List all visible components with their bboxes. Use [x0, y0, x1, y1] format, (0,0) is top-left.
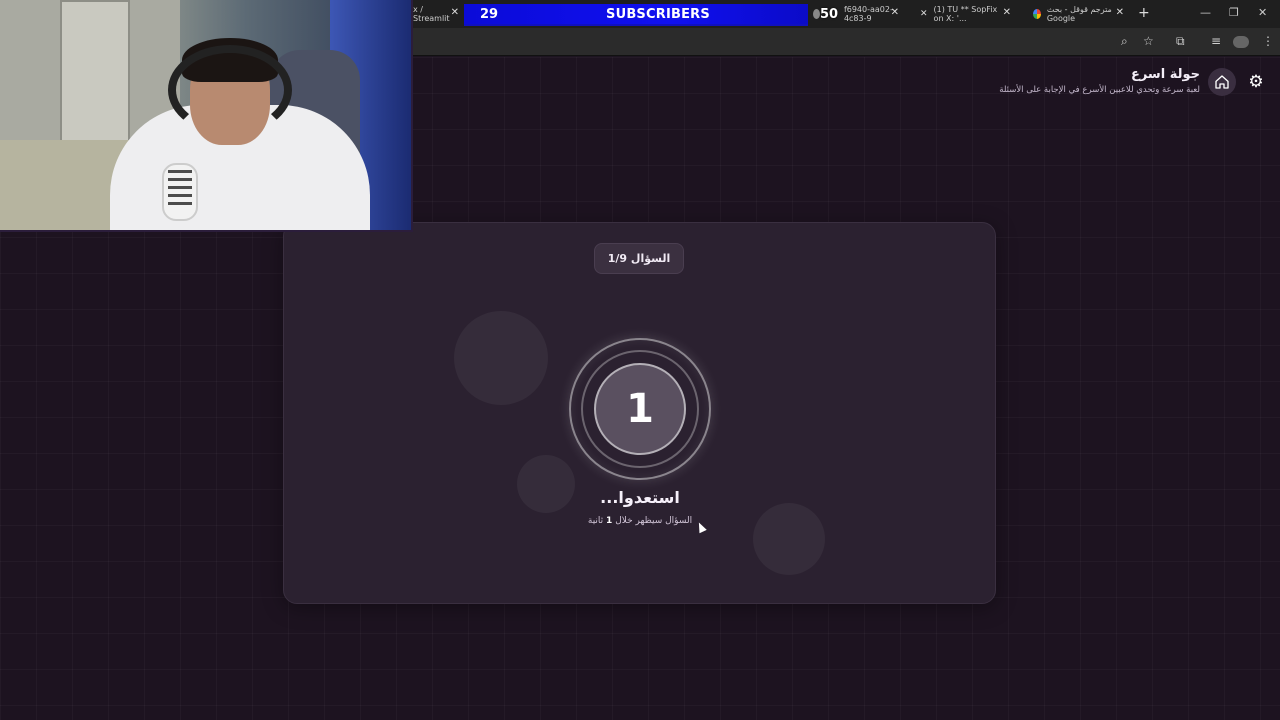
- browser-tab[interactable]: ✕ (1) TU ** SopFix on X: '... ✕: [912, 4, 1017, 24]
- countdown-seconds: 1: [606, 516, 613, 526]
- minimize-button[interactable]: —: [1200, 6, 1211, 19]
- browser-tab[interactable]: x / Streamlit ✕: [405, 4, 465, 24]
- extensions-icon[interactable]: ⧉: [1176, 34, 1185, 49]
- headset-icon: [168, 45, 292, 135]
- google-icon: [1033, 9, 1041, 19]
- home-button[interactable]: [1208, 68, 1236, 96]
- media-controls-icon[interactable]: ≡: [1211, 34, 1221, 48]
- countdown-message: السؤال سيظهر خلال 1 ثانية: [540, 516, 740, 526]
- countdown-number: 1: [594, 363, 686, 455]
- question-counter-badge: السؤال 1/9: [594, 243, 684, 274]
- tab-title: مترجم قوقل - بحث Google: [1046, 5, 1112, 23]
- microphone-grille: [168, 170, 192, 210]
- countdown-prefix: السؤال سيظهر خلال: [615, 516, 693, 526]
- close-tab-icon[interactable]: ✕: [451, 7, 459, 18]
- browser-tab-active[interactable]: مترجم قوقل - بحث Google ✕: [1025, 4, 1130, 24]
- bookmark-star-icon[interactable]: ☆: [1143, 34, 1154, 48]
- restore-button[interactable]: ❐: [1229, 6, 1239, 19]
- close-tab-icon[interactable]: ✕: [1116, 7, 1124, 18]
- webcam-overlay: [0, 0, 413, 232]
- page-subtitle: لعبة سرعة وتحدي للاعبين الأسرع في الإجاب…: [999, 85, 1200, 95]
- close-tab-icon[interactable]: ✕: [891, 7, 899, 18]
- decorative-bubble: [753, 503, 825, 575]
- subscriber-goal: 50: [820, 7, 839, 22]
- x-logo-icon: ✕: [920, 9, 928, 19]
- get-ready-heading: استعدوا...: [600, 488, 680, 507]
- tab-title: f6940-aa02-4c83-9: [843, 5, 893, 23]
- tab-title: (1) TU ** SopFix on X: '...: [933, 5, 998, 23]
- profile-avatar[interactable]: [1233, 36, 1249, 48]
- cam-background-door: [60, 0, 130, 145]
- settings-button[interactable]: ⚙: [1245, 71, 1267, 93]
- subscriber-count: 29: [480, 7, 499, 22]
- page-title: جولة اسرع: [1130, 67, 1200, 82]
- new-tab-button[interactable]: +: [1138, 5, 1150, 21]
- subscriber-label: SUBSCRIBERS: [606, 7, 710, 22]
- zoom-icon[interactable]: ⌕: [1121, 34, 1128, 49]
- home-icon: [1215, 75, 1229, 89]
- close-window-button[interactable]: ✕: [1258, 6, 1267, 19]
- browser-menu-icon[interactable]: ⋮: [1262, 34, 1274, 48]
- generic-favicon-icon: [813, 9, 820, 19]
- decorative-bubble: [454, 311, 548, 405]
- close-tab-icon[interactable]: ✕: [1003, 7, 1011, 18]
- countdown-suffix: ثانية: [587, 516, 604, 526]
- gear-icon: ⚙: [1248, 72, 1264, 92]
